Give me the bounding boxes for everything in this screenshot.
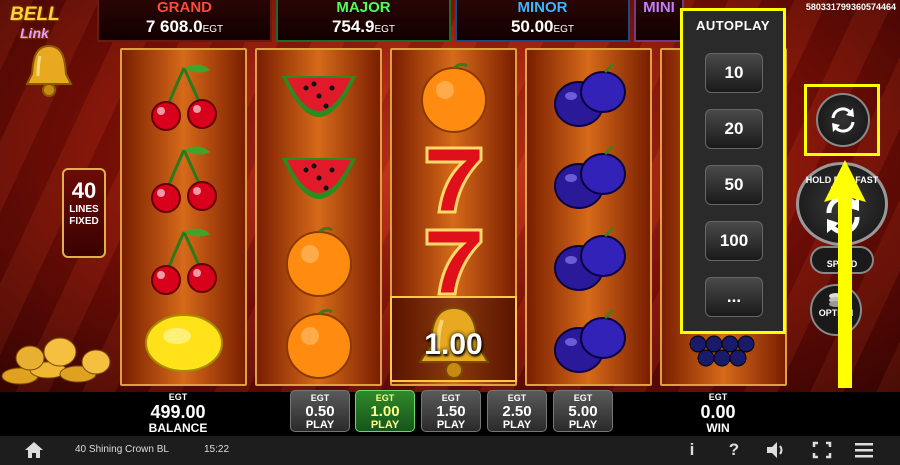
watermelon-symbol-icon xyxy=(257,138,380,220)
home-icon[interactable] xyxy=(24,440,44,460)
plum-symbol-icon xyxy=(527,138,650,220)
jackpot-mini: MINI xyxy=(634,0,684,42)
jackpot-minor: MINOR 50.00EGT xyxy=(455,0,630,42)
win-label: WIN xyxy=(706,421,730,435)
logo-line1: BELL xyxy=(10,4,60,25)
win-currency: EGT xyxy=(708,392,728,402)
gold-coins-icon xyxy=(1,337,111,385)
autoplay-cycle-icon xyxy=(831,107,855,133)
autoplay-panel: AUTOPLAY 10 20 50 100 ... xyxy=(680,8,786,334)
plum-symbol-icon xyxy=(527,56,650,138)
clock: 15:22 xyxy=(204,444,230,455)
status-bar: 40 Shining Crown BL 15:22 i ? xyxy=(0,436,900,465)
autoplay-highlight xyxy=(804,84,880,156)
jackpot-mini-name: MINI xyxy=(643,0,675,16)
autoplay-option-10[interactable]: 10 xyxy=(705,53,763,93)
fixed-label: FIXED xyxy=(69,216,99,227)
win-display: EGT 0.00 WIN xyxy=(668,392,768,435)
fullscreen-icon[interactable] xyxy=(810,439,834,461)
autoplay-option-20[interactable]: 20 xyxy=(705,109,763,149)
bet-value: 2.50 xyxy=(502,403,532,420)
reel-1 xyxy=(120,48,247,386)
bet-button-3[interactable]: EGT 1.50 PLAY xyxy=(421,390,481,432)
balance-label: BALANCE xyxy=(148,421,208,435)
jackpot-minor-name: MINOR xyxy=(517,0,568,16)
lemon-symbol-icon xyxy=(122,302,245,384)
golden-bell-icon xyxy=(25,44,73,97)
bet-button-4[interactable]: EGT 2.50 PLAY xyxy=(487,390,547,432)
bet-label: PLAY xyxy=(436,419,466,431)
lines-count: 40 xyxy=(71,178,97,203)
jackpot-grand: GRAND 7 608.0EGT xyxy=(97,0,272,42)
jackpot-major: MAJOR 754.9EGT xyxy=(276,0,451,42)
jackpot-major-value: 754.9 xyxy=(331,17,375,36)
bet-value: 5.00 xyxy=(568,403,598,420)
game-name: 40 Shining Crown BL xyxy=(75,444,169,455)
pointer-arrow-icon xyxy=(824,160,866,388)
lines-label: LINES xyxy=(69,204,99,215)
bell-link-logo: BELL Link xyxy=(4,2,96,102)
jackpot-grand-currency: EGT xyxy=(202,24,224,35)
jackpot-minor-value: 50.00 xyxy=(510,17,554,36)
bet-value: 1.00 xyxy=(370,403,400,420)
menu-icon[interactable] xyxy=(852,439,876,461)
bell-win-cell: 1.00 xyxy=(390,296,517,382)
balance-currency: EGT xyxy=(168,392,188,402)
balance-value: 499.00 xyxy=(150,402,206,422)
cherries-symbol-icon xyxy=(122,220,245,302)
bet-value: 0.50 xyxy=(305,403,335,420)
autoplay-option-more[interactable]: ... xyxy=(705,277,763,317)
seven-symbol-icon xyxy=(392,220,515,302)
balance-display: EGT 499.00 BALANCE xyxy=(128,392,228,435)
orange-symbol-icon xyxy=(257,220,380,302)
bell-win-value: 1.00 xyxy=(424,328,483,361)
autoplay-title: AUTOPLAY xyxy=(695,18,771,33)
bet-label: PLAY xyxy=(502,419,532,431)
seven-symbol-icon xyxy=(392,138,515,220)
bet-label: PLAY xyxy=(568,419,598,431)
help-icon[interactable]: ? xyxy=(722,439,746,461)
cherries-symbol-icon xyxy=(122,138,245,220)
bet-label: PLAY xyxy=(370,419,400,431)
bet-label: PLAY xyxy=(305,419,335,431)
session-id: 580331799360574464 xyxy=(805,2,896,12)
win-value: 0.00 xyxy=(700,402,736,422)
jackpot-minor-currency: EGT xyxy=(553,24,575,35)
reel-2 xyxy=(255,48,382,386)
jackpot-major-currency: EGT xyxy=(374,24,396,35)
autoplay-button[interactable] xyxy=(816,93,870,147)
bet-button-1[interactable]: EGT 0.50 PLAY xyxy=(290,390,350,432)
jackpot-grand-value: 7 608.0 xyxy=(145,17,203,36)
plum-symbol-icon xyxy=(527,302,650,384)
orange-symbol-icon xyxy=(392,56,515,138)
watermelon-symbol-icon xyxy=(257,56,380,138)
jackpot-grand-name: GRAND xyxy=(157,0,212,16)
lines-fixed-badge: 40 LINES FIXED xyxy=(62,168,106,258)
autoplay-option-50[interactable]: 50 xyxy=(705,165,763,205)
volume-icon[interactable] xyxy=(764,439,788,461)
info-icon[interactable]: i xyxy=(680,439,704,461)
bet-button-5[interactable]: EGT 5.00 PLAY xyxy=(553,390,613,432)
bet-button-2[interactable]: EGT 1.00 PLAY xyxy=(355,390,415,432)
bet-value: 1.50 xyxy=(436,403,466,420)
autoplay-option-100[interactable]: 100 xyxy=(705,221,763,261)
plum-symbol-icon xyxy=(527,220,650,302)
jackpot-major-name: MAJOR xyxy=(336,0,391,16)
cherries-symbol-icon xyxy=(122,56,245,138)
orange-symbol-icon xyxy=(257,302,380,384)
reel-4 xyxy=(525,48,652,386)
